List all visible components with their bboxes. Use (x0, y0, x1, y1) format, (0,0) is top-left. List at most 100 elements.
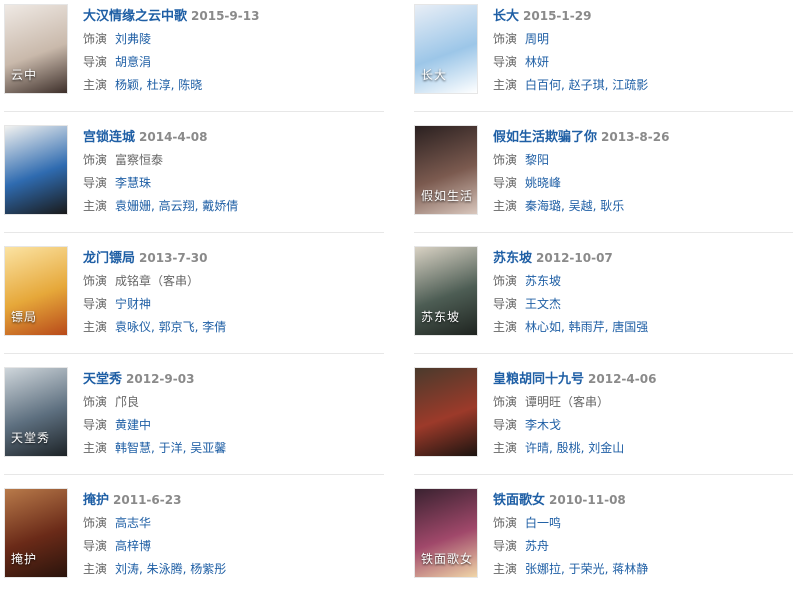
role-row: 饰演 刘弗陵 (83, 28, 383, 51)
row-divider (4, 111, 384, 112)
director-value[interactable]: 高梓博 (115, 539, 151, 553)
cast-value[interactable]: 林心如, 韩雨芹, 唐国强 (525, 320, 648, 334)
role-value[interactable]: 苏东坡 (525, 274, 561, 288)
film-poster[interactable]: 云中 (4, 4, 68, 94)
film-title-link[interactable]: 长大 (493, 9, 519, 24)
film-poster[interactable] (414, 367, 478, 457)
cast-value[interactable]: 张娜拉, 于荣光, 蒋林静 (525, 562, 648, 576)
cast-value[interactable]: 刘涛, 朱泳腾, 杨紫彤 (115, 562, 226, 576)
film-meta: 掩护 2011-6-23 饰演 高志华 导演 高梓博 主演 刘涛, 朱泳腾, 杨紫彤 (83, 488, 383, 581)
film-title-link[interactable]: 皇粮胡同十九号 (493, 372, 584, 387)
poster-caption: 假如生活 (421, 189, 474, 203)
role-value[interactable]: 黎阳 (525, 153, 549, 167)
cast-value[interactable]: 袁咏仪, 郭京飞, 李倩 (115, 320, 226, 334)
cast-label: 主演 (83, 78, 108, 92)
cast-row: 主演 袁咏仪, 郭京飞, 李倩 (83, 316, 383, 339)
film-entry: 皇粮胡同十九号 2012-4-06 饰演 谭明旺（客串） 导演 李木戈 主演 许晴, 殷桃, … (414, 367, 793, 479)
release-date: 2015-9-13 (191, 9, 260, 23)
cast-row: 主演 杨颖, 杜淳, 陈晓 (83, 74, 383, 97)
role-value[interactable]: 白一鸣 (525, 516, 561, 530)
film-meta: 铁面歌女 2010-11-08 饰演 白一鸣 导演 苏舟 主演 张娜拉, 于荣光, 蒋林静 (493, 488, 793, 581)
release-date: 2013-8-26 (601, 130, 670, 144)
cast-value[interactable]: 韩智慧, 于洋, 吴亚馨 (115, 441, 226, 455)
director-row: 导演 胡意涓 (83, 51, 383, 74)
film-entry: 掩护 掩护 2011-6-23 饰演 高志华 导演 高梓博 主演 刘涛, 朱泳腾, 杨紫彤 (4, 488, 384, 600)
film-poster[interactable]: 苏东坡 (414, 246, 478, 336)
director-row: 导演 林妍 (493, 51, 793, 74)
cast-row: 主演 袁姗姗, 高云翔, 戴娇倩 (83, 195, 383, 218)
release-date: 2012-10-07 (536, 251, 613, 265)
cast-value[interactable]: 白百何, 赵子琪, 江疏影 (525, 78, 648, 92)
film-poster[interactable]: 铁面歌女 (414, 488, 478, 578)
role-value: 谭明旺（客串） (525, 395, 610, 409)
poster-caption: 苏东坡 (421, 310, 461, 324)
role-value[interactable]: 高志华 (115, 516, 151, 530)
film-title-link[interactable]: 苏东坡 (493, 251, 532, 266)
cast-value[interactable]: 秦海璐, 吴越, 耿乐 (525, 199, 624, 213)
film-meta: 龙门镖局 2013-7-30 饰演 成铭章（客串） 导演 宁财神 主演 袁咏仪, 郭京飞, 李… (83, 246, 383, 339)
row-divider (414, 111, 793, 112)
release-date: 2014-4-08 (139, 130, 208, 144)
cast-label: 主演 (83, 441, 108, 455)
director-label: 导演 (83, 176, 108, 190)
film-title-link[interactable]: 掩护 (83, 493, 109, 508)
film-title-row: 天堂秀 2012-9-03 (83, 367, 383, 391)
role-row: 饰演 谭明旺（客串） (493, 391, 793, 414)
film-poster[interactable]: 掩护 (4, 488, 68, 578)
film-meta: 皇粮胡同十九号 2012-4-06 饰演 谭明旺（客串） 导演 李木戈 主演 许晴, 殷桃, … (493, 367, 793, 460)
film-title-link[interactable]: 假如生活欺骗了你 (493, 130, 597, 145)
director-label: 导演 (493, 55, 518, 69)
director-value[interactable]: 宁财神 (115, 297, 151, 311)
cast-value[interactable]: 杨颖, 杜淳, 陈晓 (115, 78, 202, 92)
film-title-link[interactable]: 天堂秀 (83, 372, 122, 387)
film-entry: 天堂秀 天堂秀 2012-9-03 饰演 邝良 导演 黄建中 主演 韩智慧, 于洋, 吴亚馨 (4, 367, 384, 479)
cast-value[interactable]: 许晴, 殷桃, 刘金山 (525, 441, 624, 455)
director-value[interactable]: 林妍 (525, 55, 549, 69)
film-title-link[interactable]: 宫锁连城 (83, 130, 135, 145)
role-label: 饰演 (83, 516, 108, 530)
film-title-link[interactable]: 大汉情缘之云中歌 (83, 9, 187, 24)
film-entry: 铁面歌女 铁面歌女 2010-11-08 饰演 白一鸣 导演 苏舟 主演 张娜拉, 于荣光, 蒋… (414, 488, 793, 600)
director-value[interactable]: 苏舟 (525, 539, 549, 553)
film-entry: 镖局 龙门镖局 2013-7-30 饰演 成铭章（客串） 导演 宁财神 主演 袁咏仪, 郭京飞,… (4, 246, 384, 358)
director-row: 导演 李慧珠 (83, 172, 383, 195)
film-poster[interactable]: 镖局 (4, 246, 68, 336)
role-row: 饰演 高志华 (83, 512, 383, 535)
film-poster[interactable]: 长大 (414, 4, 478, 94)
film-title-row: 长大 2015-1-29 (493, 4, 793, 28)
release-date: 2012-4-06 (588, 372, 657, 386)
film-entry: 云中 大汉情缘之云中歌 2015-9-13 饰演 刘弗陵 导演 胡意涓 主演 杨颖, 杜淳, 陈… (4, 4, 384, 116)
film-title-link[interactable]: 龙门镖局 (83, 251, 135, 266)
cast-label: 主演 (493, 441, 518, 455)
film-meta: 假如生活欺骗了你 2013-8-26 饰演 黎阳 导演 姚晓峰 主演 秦海璐, 吴越, 耿乐 (493, 125, 793, 218)
cast-value[interactable]: 袁姗姗, 高云翔, 戴娇倩 (115, 199, 238, 213)
film-entry: 宫锁连城 2014-4-08 饰演 富察恒泰 导演 李慧珠 主演 袁姗姗, 高云翔, 戴娇倩 (4, 125, 384, 237)
cast-label: 主演 (83, 562, 108, 576)
row-divider (4, 232, 384, 233)
role-value[interactable]: 周明 (525, 32, 549, 46)
film-poster[interactable]: 天堂秀 (4, 367, 68, 457)
director-value[interactable]: 胡意涓 (115, 55, 151, 69)
cast-row: 主演 韩智慧, 于洋, 吴亚馨 (83, 437, 383, 460)
role-value: 富察恒泰 (115, 153, 164, 167)
director-label: 导演 (83, 297, 108, 311)
film-meta: 长大 2015-1-29 饰演 周明 导演 林妍 主演 白百何, 赵子琪, 江疏影 (493, 4, 793, 97)
director-value[interactable]: 黄建中 (115, 418, 151, 432)
film-title-row: 皇粮胡同十九号 2012-4-06 (493, 367, 793, 391)
director-value[interactable]: 李慧珠 (115, 176, 151, 190)
poster-caption: 铁面歌女 (421, 552, 474, 566)
director-value[interactable]: 李木戈 (525, 418, 561, 432)
role-row: 饰演 成铭章（客串） (83, 270, 383, 293)
film-title-link[interactable]: 铁面歌女 (493, 493, 545, 508)
director-value[interactable]: 姚晓峰 (525, 176, 561, 190)
role-label: 饰演 (83, 32, 108, 46)
cast-row: 主演 许晴, 殷桃, 刘金山 (493, 437, 793, 460)
role-value[interactable]: 刘弗陵 (115, 32, 151, 46)
film-poster[interactable]: 假如生活 (414, 125, 478, 215)
release-date: 2011-6-23 (113, 493, 182, 507)
role-label: 饰演 (493, 153, 518, 167)
film-poster[interactable] (4, 125, 68, 215)
role-row: 饰演 富察恒泰 (83, 149, 383, 172)
director-value[interactable]: 王文杰 (525, 297, 561, 311)
release-date: 2015-1-29 (523, 9, 592, 23)
